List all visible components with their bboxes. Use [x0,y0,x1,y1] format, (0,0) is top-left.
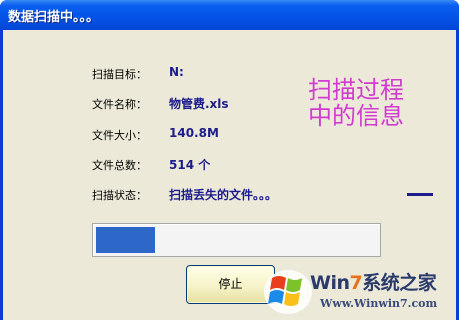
annotation-line-1: 扫描过程 [308,76,404,104]
watermark-brand: Win7系统之家 [310,272,437,294]
file-count-value: 514 个 [169,158,211,172]
annotation-line-2: 中的信息 [308,102,404,130]
scan-status-value: 扫描丢失的文件。。。 [169,188,278,202]
file-count-label: 文件总数： [92,159,147,172]
watermark: Win7系统之家 Www.Winwin7.com [262,262,459,320]
file-name-value: 物管费.xls [169,97,229,111]
scan-status-label: 扫描状态： [92,189,147,202]
file-name-label: 文件名称： [92,98,147,111]
file-size-value: 140.8M [169,126,219,140]
progress-fill [96,227,155,253]
watermark-url: Www.Winwin7.com [320,297,438,310]
window-title: 数据扫描中。。。 [8,10,100,25]
scan-progress-bar [92,223,381,257]
scan-target-value: N: [169,65,184,79]
scan-dialog-window: 数据扫描中。。。 扫描目标： N: 文件名称： 物管费.xls 文件大小： 14… [0,0,459,320]
file-size-label: 文件大小： [92,129,147,142]
windows-flag-icon [264,270,312,314]
annotation-text: 扫描过程 中的信息 [291,77,421,129]
title-bar[interactable]: 数据扫描中。。。 [0,0,459,30]
status-dash-indicator [407,193,433,196]
scan-target-label: 扫描目标： [92,68,147,81]
